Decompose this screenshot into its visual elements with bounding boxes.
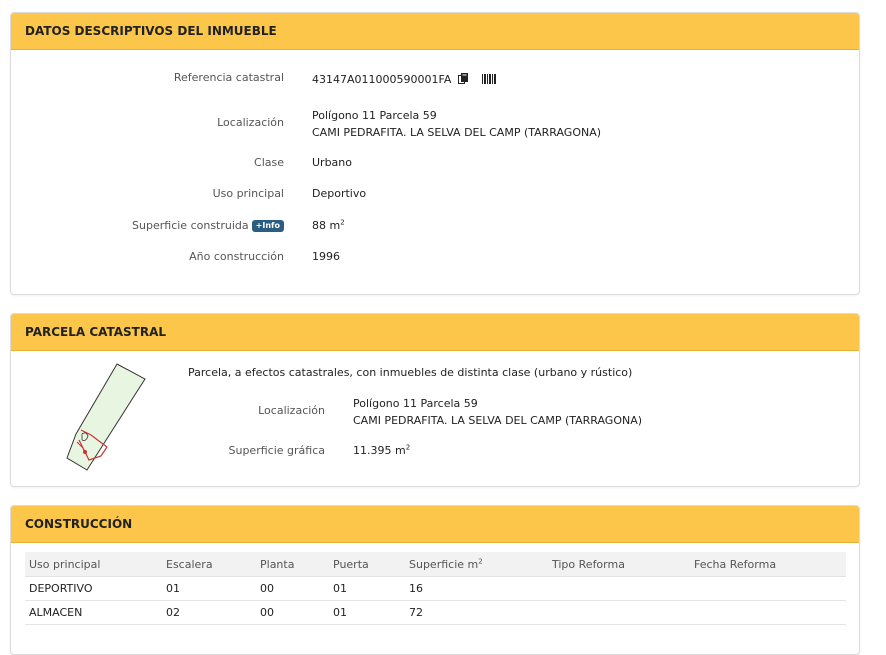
anio-value: 1996	[312, 250, 340, 263]
col-escalera: Escalera	[162, 552, 256, 577]
superficie-label: Superficie construida	[132, 219, 249, 232]
cell-superficie: 16	[405, 576, 548, 601]
parcela-sup-value-wrap: 11.395 m2	[353, 444, 410, 457]
col-superficie-exp: 2	[478, 556, 483, 565]
cell-fecha-reforma	[690, 576, 846, 601]
parcela-loc-value: Polígono 11 Parcela 59 CAMI PEDRAFITA. L…	[353, 395, 642, 429]
parcela-sup-label: Superficie gráfica	[228, 444, 326, 457]
col-superficie: Superficie m2	[405, 552, 548, 577]
col-planta: Planta	[256, 552, 329, 577]
uso-principal-value: Deportivo	[312, 187, 367, 200]
barcode-icon[interactable]	[482, 74, 497, 87]
parcela-sup-value: 11.395 m	[353, 444, 406, 457]
cell-puerta: 01	[329, 600, 405, 625]
localizacion-line2: CAMI PEDRAFITA. LA SELVA DEL CAMP (TARRA…	[312, 126, 602, 139]
clase-value: Urbano	[312, 156, 352, 169]
cell-tipo-reforma	[548, 576, 690, 601]
construccion-table: Uso principal Escalera Planta Puerta Sup…	[25, 552, 846, 625]
col-fecha-reforma: Fecha Reforma	[690, 552, 846, 577]
localizacion-value: Polígono 11 Parcela 59 CAMI PEDRAFITA. L…	[312, 107, 601, 141]
col-superficie-label: Superficie m	[409, 557, 479, 571]
construccion-panel-title: CONSTRUCCIÓN	[11, 506, 859, 543]
copy-icon[interactable]	[457, 73, 469, 88]
parcela-loc-line1: Polígono 11 Parcela 59	[353, 397, 478, 410]
ref-catastral-value-wrap: 43147A011000590001FA	[312, 73, 497, 88]
parcela-sup-exp: 2	[405, 443, 411, 452]
anio-label: Año construcción	[189, 250, 284, 263]
table-row: ALMACEN 02 00 01 72	[25, 600, 846, 625]
cell-escalera: 02	[162, 600, 256, 625]
col-puerta: Puerta	[329, 552, 405, 577]
parcela-panel: PARCELA CATASTRAL Parcela, a efectos cat…	[10, 313, 860, 487]
parcela-panel-title: PARCELA CATASTRAL	[11, 314, 859, 351]
cell-planta: 00	[256, 600, 329, 625]
parcel-map-icon[interactable]	[61, 362, 151, 474]
cell-puerta: 01	[329, 576, 405, 601]
uso-principal-label: Uso principal	[212, 187, 284, 200]
ref-catastral-label: Referencia catastral	[173, 71, 284, 84]
cell-planta: 00	[256, 576, 329, 601]
cell-superficie: 72	[405, 600, 548, 625]
table-row: DEPORTIVO 01 00 01 16	[25, 576, 846, 601]
inmueble-panel: DATOS DESCRIPTIVOS DEL INMUEBLE Referenc…	[10, 12, 860, 295]
cell-escalera: 01	[162, 576, 256, 601]
col-uso-principal: Uso principal	[25, 552, 162, 577]
ref-catastral-value: 43147A011000590001FA	[312, 73, 452, 86]
col-tipo-reforma: Tipo Reforma	[548, 552, 690, 577]
construccion-panel: CONSTRUCCIÓN Uso principal Escalera Plan…	[10, 505, 860, 655]
parcela-desc: Parcela, a efectos catastrales, con inmu…	[188, 366, 633, 379]
superficie-label-wrap: Superficie construida +Info	[132, 219, 284, 232]
superficie-value: 88 m	[312, 219, 341, 232]
table-header-row: Uso principal Escalera Planta Puerta Sup…	[25, 552, 846, 577]
inmueble-panel-title: DATOS DESCRIPTIVOS DEL INMUEBLE	[11, 13, 859, 50]
cell-fecha-reforma	[690, 600, 846, 625]
cell-uso: DEPORTIVO	[25, 576, 162, 601]
cell-tipo-reforma	[548, 600, 690, 625]
parcela-loc-line2: CAMI PEDRAFITA. LA SELVA DEL CAMP (TARRA…	[353, 414, 643, 427]
localizacion-label: Localización	[217, 116, 284, 129]
superficie-value-wrap: 88 m2	[312, 219, 345, 232]
localizacion-line1: Polígono 11 Parcela 59	[312, 109, 437, 122]
parcela-loc-label: Localización	[258, 404, 325, 417]
cell-uso: ALMACEN	[25, 600, 162, 625]
clase-label: Clase	[254, 156, 284, 169]
superficie-exp: 2	[340, 218, 345, 227]
info-button[interactable]: +Info	[251, 220, 284, 232]
